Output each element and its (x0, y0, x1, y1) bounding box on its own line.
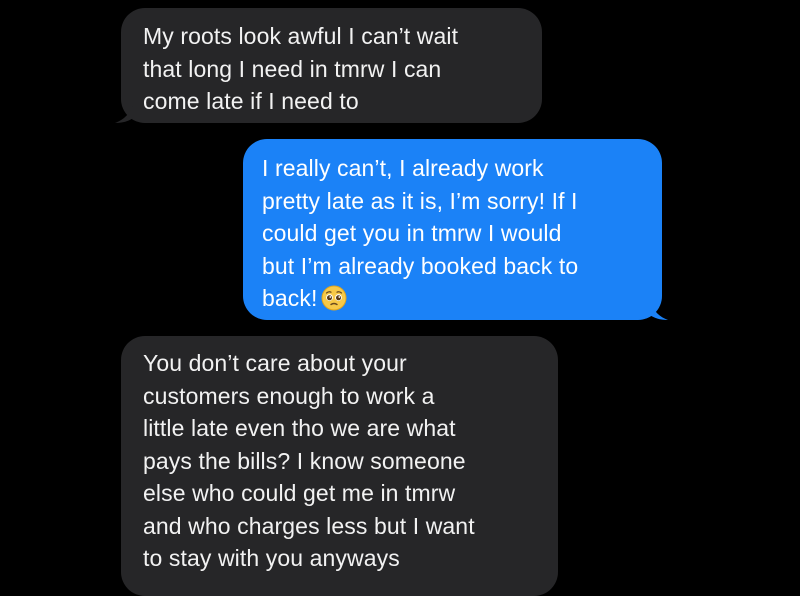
message-line: come late if I need to (143, 88, 359, 114)
message-line: pays the bills? I know someone (143, 447, 466, 474)
bubble-tail-icon (115, 105, 133, 123)
pleading-face-emoji-icon (321, 285, 347, 311)
message-line: else who could get me in tmrw (143, 480, 456, 506)
message-line: pretty late as it is, I’m sorry! If I (262, 187, 578, 214)
incoming-message-bubble[interactable]: My roots look awful I can’t wait that lo… (115, 8, 542, 123)
message-line: customers enough to work a (143, 382, 435, 409)
bubble-tail-icon (650, 302, 668, 320)
message-line: My roots look awful I can’t wait (143, 23, 459, 49)
message-line: that long I need in tmrw I can (143, 55, 442, 82)
message-line: but I’m already booked back to (262, 252, 579, 279)
message-line: little late even tho we are what (143, 415, 456, 441)
message-line: I really can’t, I already work (262, 155, 544, 181)
incoming-message-bubble[interactable]: You don’t care about your customers enou… (121, 336, 558, 596)
message-line-text: back! (262, 285, 318, 311)
message-line: could get you in tmrw I would (262, 220, 562, 246)
message-line-last: back! (262, 282, 640, 315)
message-line: to stay with you anyways (143, 545, 400, 571)
message-line: You don’t care about your (143, 350, 407, 376)
message-thread: My roots look awful I can’t wait that lo… (0, 0, 800, 596)
message-line: and who charges less but I want (143, 512, 475, 539)
outgoing-message-bubble[interactable]: I really can’t, I already work pretty la… (243, 139, 668, 320)
